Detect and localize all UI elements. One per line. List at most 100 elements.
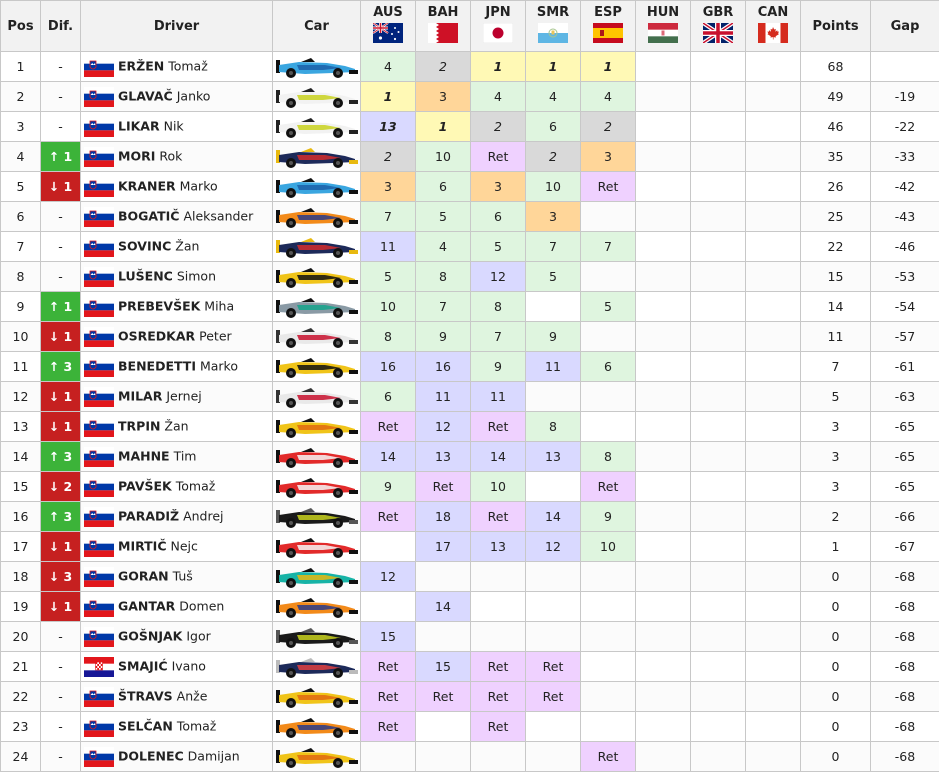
driver-cell[interactable]: SELČAN Tomaž xyxy=(81,712,273,742)
table-row[interactable]: 2-GLAVAČ Janko1344449-19 xyxy=(1,82,939,112)
header-race-esp[interactable]: ESP xyxy=(581,1,636,52)
header-row: Pos Dif. Driver Car AUS BAH JPN SMR ESP … xyxy=(1,1,939,52)
table-row[interactable]: 20-GOŠNJAK Igor150-68 xyxy=(1,622,939,652)
table-row[interactable]: 22-ŠTRAVS AnžeRetRetRetRet0-68 xyxy=(1,682,939,712)
race-result-hun xyxy=(636,622,691,652)
driver-cell[interactable]: ŠTRAVS Anže xyxy=(81,682,273,712)
race-result-smr: Ret xyxy=(526,682,581,712)
driver-surname: BOGATIČ xyxy=(118,208,179,223)
table-row[interactable]: 21-SMAJIĆ IvanoRet15RetRet0-68 xyxy=(1,652,939,682)
driver-cell[interactable]: GANTAR Domen xyxy=(81,592,273,622)
header-race-bah[interactable]: BAH xyxy=(416,1,471,52)
points-cell: 2 xyxy=(801,502,871,532)
race-result-esp xyxy=(581,652,636,682)
driver-cell[interactable]: GOŠNJAK Igor xyxy=(81,622,273,652)
race-result-esp xyxy=(581,262,636,292)
race-result-hun xyxy=(636,682,691,712)
race-result-bah: 7 xyxy=(416,292,471,322)
driver-cell[interactable]: DOLENEC Damijan xyxy=(81,742,273,772)
driver-cell[interactable]: MILAR Jernej xyxy=(81,382,273,412)
header-pos[interactable]: Pos xyxy=(1,1,41,52)
table-row[interactable]: 14↑ 3MAHNE Tim1413141383-65 xyxy=(1,442,939,472)
driver-cell[interactable]: OSREDKAR Peter xyxy=(81,322,273,352)
position-change-badge: - xyxy=(41,82,81,112)
table-row[interactable]: 9↑ 1PREBEVŠEK Miha1078514-54 xyxy=(1,292,939,322)
driver-surname: MILAR xyxy=(118,388,162,403)
header-car[interactable]: Car xyxy=(273,1,361,52)
driver-cell[interactable]: MORI Rok xyxy=(81,142,273,172)
race-result-bah xyxy=(416,622,471,652)
table-row[interactable]: 6-BOGATIČ Aleksander756325-43 xyxy=(1,202,939,232)
header-race-gbr[interactable]: GBR xyxy=(691,1,746,52)
table-row[interactable]: 4↑ 1MORI Rok210Ret2335-33 xyxy=(1,142,939,172)
car-livery-icon xyxy=(275,504,359,530)
header-points[interactable]: Points xyxy=(801,1,871,52)
driver-given-name: Miha xyxy=(204,298,234,313)
driver-cell[interactable]: GORAN Tuš xyxy=(81,562,273,592)
driver-surname: PARADIŽ xyxy=(118,508,179,523)
flag-gb-icon xyxy=(703,23,733,43)
table-row[interactable]: 11↑ 3BENEDETTI Marko161691167-61 xyxy=(1,352,939,382)
driver-cell[interactable]: SMAJIĆ Ivano xyxy=(81,652,273,682)
table-row[interactable]: 16↑ 3PARADIŽ AndrejRet18Ret1492-66 xyxy=(1,502,939,532)
gap-cell: -68 xyxy=(871,622,939,652)
race-result-gbr xyxy=(691,682,746,712)
race-result-smr: 9 xyxy=(526,322,581,352)
table-row[interactable]: 13↓ 1TRPIN ŽanRet12Ret83-65 xyxy=(1,412,939,442)
table-row[interactable]: 7-SOVINC Žan11457722-46 xyxy=(1,232,939,262)
driver-cell[interactable]: PREBEVŠEK Miha xyxy=(81,292,273,322)
driver-cell[interactable]: ERŽEN Tomaž xyxy=(81,52,273,82)
driver-cell[interactable]: LUŠENC Simon xyxy=(81,262,273,292)
header-gap[interactable]: Gap xyxy=(871,1,939,52)
driver-cell[interactable]: SOVINC Žan xyxy=(81,232,273,262)
race-result-gbr xyxy=(691,262,746,292)
header-driver[interactable]: Driver xyxy=(81,1,273,52)
header-race-jpn[interactable]: JPN xyxy=(471,1,526,52)
driver-cell[interactable]: MIRTIČ Nejc xyxy=(81,532,273,562)
driver-cell[interactable]: PAVŠEK Tomaž xyxy=(81,472,273,502)
race-result-smr xyxy=(526,382,581,412)
gap-cell: -65 xyxy=(871,412,939,442)
table-row[interactable]: 10↓ 1OSREDKAR Peter897911-57 xyxy=(1,322,939,352)
header-race-smr[interactable]: SMR xyxy=(526,1,581,52)
table-row[interactable]: 3-LIKAR Nik13126246-22 xyxy=(1,112,939,142)
table-row[interactable]: 19↓ 1GANTAR Domen140-68 xyxy=(1,592,939,622)
car-livery-icon xyxy=(275,54,359,80)
car-cell xyxy=(273,592,361,622)
race-result-jpn: Ret xyxy=(471,142,526,172)
race-result-jpn: 5 xyxy=(471,232,526,262)
table-row[interactable]: 24-DOLENEC DamijanRet0-68 xyxy=(1,742,939,772)
position-change-badge: - xyxy=(41,232,81,262)
gap-cell: -22 xyxy=(871,112,939,142)
race-result-can xyxy=(746,382,801,412)
header-race-can[interactable]: CAN xyxy=(746,1,801,52)
car-livery-icon xyxy=(275,564,359,590)
car-livery-icon xyxy=(275,714,359,740)
table-row[interactable]: 1-ERŽEN Tomaž4211168 xyxy=(1,52,939,82)
header-race-hun[interactable]: HUN xyxy=(636,1,691,52)
table-row[interactable]: 8-LUŠENC Simon5812515-53 xyxy=(1,262,939,292)
race-result-gbr xyxy=(691,172,746,202)
car-livery-icon xyxy=(275,354,359,380)
driver-cell[interactable]: MAHNE Tim xyxy=(81,442,273,472)
table-row[interactable]: 23-SELČAN TomažRetRet0-68 xyxy=(1,712,939,742)
race-result-smr: 8 xyxy=(526,412,581,442)
driver-cell[interactable]: BOGATIČ Aleksander xyxy=(81,202,273,232)
driver-cell[interactable]: LIKAR Nik xyxy=(81,112,273,142)
table-row[interactable]: 18↓ 3GORAN Tuš120-68 xyxy=(1,562,939,592)
header-dif[interactable]: Dif. xyxy=(41,1,81,52)
car-livery-icon xyxy=(275,294,359,320)
table-row[interactable]: 15↓ 2PAVŠEK Tomaž9Ret10Ret3-65 xyxy=(1,472,939,502)
table-row[interactable]: 17↓ 1MIRTIČ Nejc171312101-67 xyxy=(1,532,939,562)
header-race-aus[interactable]: AUS xyxy=(361,1,416,52)
driver-cell[interactable]: TRPIN Žan xyxy=(81,412,273,442)
driver-cell[interactable]: BENEDETTI Marko xyxy=(81,352,273,382)
flag-au-icon xyxy=(373,23,403,43)
table-row[interactable]: 12↓ 1MILAR Jernej611115-63 xyxy=(1,382,939,412)
position-cell: 9 xyxy=(1,292,41,322)
driver-cell[interactable]: KRANER Marko xyxy=(81,172,273,202)
table-row[interactable]: 5↓ 1KRANER Marko36310Ret26-42 xyxy=(1,172,939,202)
driver-cell[interactable]: PARADIŽ Andrej xyxy=(81,502,273,532)
race-result-bah: 16 xyxy=(416,352,471,382)
driver-cell[interactable]: GLAVAČ Janko xyxy=(81,82,273,112)
